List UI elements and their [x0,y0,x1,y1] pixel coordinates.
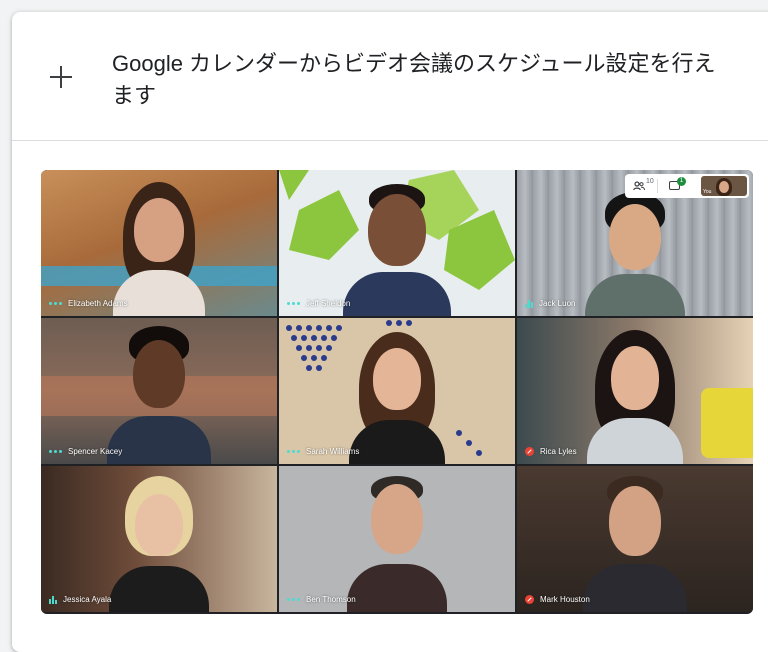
participant-name: Jessica Ayala [63,595,112,604]
mic-muted-icon [525,595,534,604]
participant-video [337,332,457,464]
audio-dots-icon [49,450,62,453]
feature-card: Google カレンダーからビデオ会議のスケジュール設定を行えます Elizab… [12,12,768,652]
video-tile: Jeff Sheldon [279,170,515,316]
participant-video [99,182,219,316]
audio-dots-icon [49,302,62,305]
participant-video [575,476,695,612]
audio-dots-icon [287,598,300,601]
self-view-face [719,181,729,193]
speaking-indicator-icon [525,299,533,308]
participant-label: Mark Houston [525,595,590,604]
participant-name: Mark Houston [540,595,590,604]
audio-dots-icon [287,450,300,453]
participants-count: 10 [646,178,654,185]
participant-name: Sarah Williams [306,447,360,456]
self-view-label: You [703,189,712,195]
video-tile: Spencer Kacey [41,318,277,464]
video-tile: Elizabeth Adams [41,170,277,316]
participant-label: Ben Thomson [287,595,356,604]
toolbar-divider [657,179,658,193]
video-tile: Rica Lyles [517,318,753,464]
participants-button[interactable]: 10 [625,174,655,198]
video-tile: Mark Houston [517,466,753,612]
participant-label: Sarah Williams [287,447,359,456]
participant-name: Elizabeth Adams [68,299,128,308]
feature-title: Google カレンダーからビデオ会議のスケジュール設定を行えます [112,51,716,108]
speaking-indicator-icon [49,595,57,604]
participant-label: Spencer Kacey [49,447,122,456]
video-tile: Ben Thomson [279,466,515,612]
participant-video [575,192,695,316]
participant-video [99,476,219,612]
audio-dots-icon [287,302,300,305]
participant-label: Jeff Sheldon [287,299,350,308]
video-tile: 10 1 You Jack Luon [517,170,753,316]
participant-name: Jeff Sheldon [306,299,351,308]
self-view-thumbnail[interactable]: You [701,176,747,196]
chat-button[interactable]: 1 [660,174,690,198]
participant-name: Jack Luon [539,299,576,308]
tile-background-chair [701,388,753,458]
participant-name: Ben Thomson [306,595,356,604]
participant-label: Jack Luon [525,299,575,308]
participant-video [99,326,219,464]
participant-name: Rica Lyles [540,447,577,456]
meet-video-grid: Elizabeth Adams Jeff Sheldon 10 1 You Ja… [41,170,753,614]
meet-toolbar: 10 1 You [625,174,749,198]
feature-header[interactable]: Google カレンダーからビデオ会議のスケジュール設定を行えます [12,12,768,141]
plus-icon[interactable] [50,66,72,88]
participant-label: Rica Lyles [525,447,577,456]
participant-name: Spencer Kacey [68,447,123,456]
mic-muted-icon [525,447,534,456]
people-icon [633,181,645,191]
participant-video [335,184,459,316]
participant-video [337,476,457,612]
chat-badge: 1 [677,177,686,186]
video-tile: Jessica Ayala [41,466,277,612]
participant-label: Jessica Ayala [49,595,111,604]
participant-label: Elizabeth Adams [49,299,128,308]
participant-video [575,330,695,464]
video-tile: Sarah Williams [279,318,515,464]
